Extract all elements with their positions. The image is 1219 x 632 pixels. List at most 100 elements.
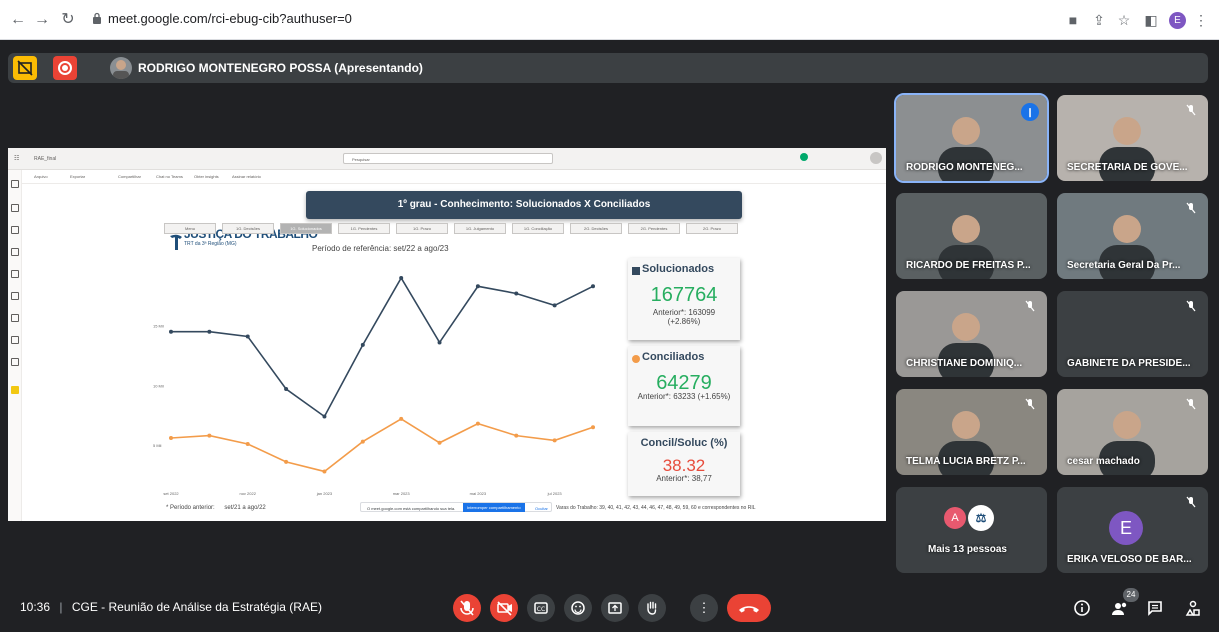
data-point[interactable] [514,433,519,438]
report-tab-4[interactable]: 1G. Prazo [396,223,448,234]
share-icon[interactable]: ⇪ [1090,11,1108,29]
camera-icon[interactable]: ■ [1064,11,1082,29]
presentation-icon[interactable] [13,56,37,80]
data-point[interactable] [207,433,212,438]
report-tab-6[interactable]: 1G. Conciliação [512,223,564,234]
data-point[interactable] [284,459,289,464]
metrics-icon[interactable] [11,292,19,300]
toolbar-export[interactable]: Exportar [70,174,85,179]
data-point[interactable] [169,436,173,440]
toolbar-file[interactable]: Arquivo [34,174,48,179]
report-tab-0[interactable]: Menu [164,223,216,234]
report-tab-9[interactable]: 2G. Prazo [686,223,738,234]
participant-tile[interactable]: E ERIKA VELOSO DE BAR... [1057,487,1208,573]
more-vert-icon[interactable]: ⋮ [1192,11,1210,29]
apps-icon[interactable] [11,270,19,278]
learn-icon[interactable] [11,336,19,344]
footer-note: Varas do Trabalho: 39, 40, 41, 42, 43, 4… [556,505,756,511]
hide-button[interactable]: Ocultar [535,506,548,511]
sidepanel-icon[interactable]: ◧ [1142,11,1160,29]
participant-tile[interactable]: CHRISTIANE DOMINIQ... [896,291,1047,377]
report-header-text: 1º grau - Conhecimento: Solucionados X C… [397,199,651,210]
workspaces-icon[interactable] [11,358,19,366]
svg-text:CC: CC [537,606,545,613]
data-point[interactable] [245,334,250,339]
data-point[interactable] [475,421,480,426]
toolbar-insights[interactable]: Obter insights [194,174,219,179]
back-arrow-icon[interactable]: ← [8,10,28,30]
share-notice-bar: O meet.google.com está compartilhando su… [360,502,552,512]
avatar: E [1109,511,1143,545]
activities-icon[interactable] [1181,596,1205,620]
participant-tile[interactable]: SECRETARIA DE GOVE... [1057,95,1208,181]
participant-tile[interactable]: RICARDO DE FREITAS P... [896,193,1047,279]
x-tick-label: mar 2023 [393,491,411,496]
bookmark-star-icon[interactable]: ☆ [1115,11,1133,29]
data-point[interactable] [322,469,327,474]
hangup-button[interactable] [727,594,771,622]
toolbar-subscribe[interactable]: Assinar relatório [232,174,261,179]
report-tab-7[interactable]: 2G. Decisões [570,223,622,234]
address-bar[interactable]: meet.google.com/rci-ebug-cib?authuser=0 [108,11,352,26]
data-point[interactable] [399,416,404,421]
data-point[interactable] [552,303,557,308]
conciliados-anterior: Anterior*: 63233 (+1.65%) [637,392,731,401]
data-point[interactable] [169,329,173,334]
home-icon[interactable] [11,180,19,188]
data-point[interactable] [437,340,442,345]
data-point[interactable] [322,414,327,419]
data-point[interactable] [475,284,480,289]
apps-grid-icon[interactable]: ☷ [14,155,19,162]
data-point[interactable] [360,342,365,347]
data-point[interactable] [360,439,365,444]
report-tab-1[interactable]: 1G. Decisões [222,223,274,234]
stop-sharing-button[interactable]: Interromper compartilhamento [463,503,525,512]
onelake-icon[interactable] [11,248,19,256]
lock-icon[interactable] [92,12,102,24]
data-point[interactable] [552,438,557,443]
more-options-icon[interactable]: ⋮ [690,594,718,622]
participant-name: ERIKA VELOSO DE BAR... [1067,554,1192,565]
captions-icon[interactable]: CC [527,594,555,622]
participant-tile[interactable]: TELMA LUCIA BRETZ P... [896,389,1047,475]
chat-icon[interactable] [1143,596,1167,620]
create-icon[interactable] [11,204,19,212]
report-tab-5[interactable]: 1G. Julgamento [454,223,506,234]
present-screen-icon[interactable] [601,594,629,622]
forward-arrow-icon[interactable]: → [32,10,52,30]
participant-tile[interactable]: RODRIGO MONTENEG... ❙ [894,93,1049,183]
report-tab-8[interactable]: 2G. Pendentes [628,223,680,234]
browse-icon[interactable] [11,226,19,234]
data-point[interactable] [207,329,212,334]
reload-icon[interactable]: ↻ [58,10,78,30]
circle-marker-icon [632,355,640,363]
data-point[interactable] [591,284,595,289]
participant-tile[interactable]: Secretaria Geral Da Pr... [1057,193,1208,279]
participant-tile[interactable]: A ⚖ Mais 13 pessoas [896,487,1047,573]
profile-avatar[interactable]: E [1169,12,1186,29]
mic-off-icon[interactable] [453,594,481,622]
data-point[interactable] [245,441,250,446]
raise-hand-icon[interactable] [638,594,666,622]
participant-tile[interactable]: GABINETE DA PRESIDE... [1057,291,1208,377]
user-avatar[interactable] [870,152,882,164]
recording-icon[interactable] [53,56,77,80]
search-box[interactable]: Pesquisar [343,153,553,164]
people-icon[interactable] [1108,596,1132,620]
data-point[interactable] [399,275,404,280]
data-point[interactable] [284,387,289,392]
info-icon[interactable] [1070,596,1094,620]
data-point[interactable] [514,291,519,296]
report-icon[interactable] [11,386,19,394]
report-tab[interactable]: RAE_final [34,156,56,162]
emoji-icon[interactable] [564,594,592,622]
data-point[interactable] [591,425,595,430]
monitor-icon[interactable] [11,314,19,322]
data-point[interactable] [437,440,442,445]
report-tab-2[interactable]: 1G. Solucionados [280,223,332,234]
toolbar-share[interactable]: Compartilhar [118,174,141,179]
participant-tile[interactable]: cesar machado [1057,389,1208,475]
toolbar-teams[interactable]: Chat no Teams [156,174,183,179]
camera-off-icon[interactable] [490,594,518,622]
report-tab-3[interactable]: 1G. Pendentes [338,223,390,234]
